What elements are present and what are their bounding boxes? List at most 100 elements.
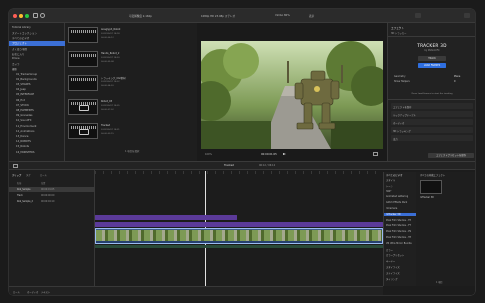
load-frames-button[interactable]: LOAD FRAMES [418,63,446,68]
export-icon[interactable] [415,13,421,18]
index-row[interactable]: Rob_Sample 00:00:01:05 [9,187,95,192]
footer-tab[interactable]: テキスト [41,290,50,294]
effect-thumbnail-label: mTracker 3D [420,196,434,199]
import-icon[interactable] [33,13,38,18]
sidebar-item[interactable]: 09_Grenades [16,114,32,119]
index-tab[interactable]: タグ [26,173,31,177]
viewer-timecode: 00:00:01:05 [261,153,277,156]
timeline-index: クリップ タグ ロール 名前 位置 Rob_Sample 00:00:01:05 Track 0… [9,170,95,295]
clip-thumbnail[interactable] [68,99,98,115]
effects-category-item[interactable]: スタイル [386,178,395,182]
sidebar-item[interactable]: 15_Robots [16,145,29,150]
toolbar: 可変解像度 2,160p 1080p HD 23.98p ステレオ Vimbo … [9,9,475,23]
sidebar-item[interactable]: 03_SHAKES [16,83,30,88]
effects-category-item[interactable]: Pixel Film Studios - FP [386,219,411,222]
plugin-by: by MotionVFX [424,49,440,52]
viewer-zoom[interactable]: 100% [205,153,212,156]
clip-name: Hands_Robot_2 [101,52,120,55]
index-row[interactable]: Rob_Sample_2 00:00:04:10 [9,199,95,204]
sidebar-item[interactable]: 01_TrackerGroup [16,73,37,78]
effects-category-item[interactable]: トーン [386,184,393,188]
effects-category-item[interactable]: タイリング [386,277,398,281]
sidebar-item[interactable]: 14_ROBOTS [16,140,31,145]
effects-category-item[interactable]: Animated Lettering [386,195,408,198]
sidebar-item[interactable]: 05_INTERFACE [16,93,34,98]
minimize-window-button[interactable] [19,14,23,18]
index-row[interactable]: Track 00:00:00:00 [9,193,95,198]
clip-name: Anaglyph_Robot [101,28,121,31]
viewer-scale-label[interactable]: Vimbo 80% [275,14,290,17]
zoom-window-button[interactable] [25,14,29,18]
effects-category-item[interactable]: カラー [386,248,393,252]
effects-category-item[interactable]: Glitch Effects Pack [386,201,407,204]
clip-thumbnail[interactable] [68,75,98,91]
save-effects-preset-button[interactable]: エフェクトプリセットを保存 [428,153,474,158]
fullscreen-icon[interactable] [373,152,378,156]
play-icon[interactable] [283,153,286,155]
sidebar-item[interactable]: 13_Dance [16,135,28,140]
format-label[interactable]: 可変解像度 2,160p [129,14,152,18]
effects-category-item[interactable]: Pixel Film Studios - TP [386,236,411,239]
inspector-field-row[interactable]: 出力 [391,135,473,141]
view-menu[interactable]: 表示 [309,14,314,18]
clip-thumbnail[interactable] [68,51,98,67]
inspector-field-row[interactable]: オーディオ [391,119,473,125]
sidebar-item[interactable]: 07_STOCK [16,104,29,109]
sidebar-item[interactable]: 10_SoundFX [16,119,31,124]
sidebar-item[interactable]: 16_MONSTERS [16,151,34,156]
inspector-hint: Press Load Frames to start the tracking [411,93,453,95]
sidebar-item[interactable]: お気に入り [12,52,25,57]
inspector-field-row[interactable]: 3D トラッキング [391,127,473,133]
sidebar-item[interactable]: プロジェクト [12,41,27,46]
effect-clip[interactable] [95,222,383,227]
effects-category-item[interactable]: mTracker 3D [384,212,417,216]
footer-tab[interactable]: ロール [13,290,20,294]
effect-thumbnail[interactable] [420,180,442,194]
clip-thumbnail[interactable] [68,123,98,139]
effects-category-item[interactable]: ステイライズ [386,271,400,275]
sidebar-item[interactable]: 04_Jeep [16,88,26,93]
sidebar-item[interactable]: スマートコレクション [12,31,37,36]
effects-category-item[interactable]: Pixel Film Studios - PS [386,230,411,233]
index-tab[interactable]: ロール [40,173,47,177]
clip-thumbnail[interactable] [68,27,98,43]
share-icon[interactable] [464,13,470,18]
sidebar-item[interactable]: よく使う項目 [12,47,27,52]
timeline-ruler[interactable] [95,171,383,174]
title-clip[interactable] [95,215,237,220]
video-clip[interactable] [95,228,383,244]
viewer-image[interactable] [201,41,383,149]
effects-category-item[interactable]: mCamera [386,207,397,210]
effects-category-item[interactable]: Pixel Film Studios - FT [386,224,411,227]
inspector-subtitle: 3D トラッカー [391,32,407,35]
inspector-field-row[interactable]: エフェクトを保存 [391,103,473,109]
browser-footer: 1 項目を選択 [125,150,140,153]
sidebar-item[interactable]: 02_Backgrounds [16,78,37,83]
close-window-button[interactable] [13,14,17,18]
footer-tab[interactable]: オーディオ [27,290,38,294]
sidebar-item[interactable]: 08_ELEMENTS [16,109,34,114]
effects-category-item[interactable]: 360° [386,190,392,193]
sidebar-item[interactable]: 11_Environment [16,125,36,130]
index-column-header: 位置 [41,182,46,185]
index-tab[interactable]: クリップ [12,173,21,177]
effects-category-item[interactable]: キーヤー [386,259,395,263]
track-button[interactable]: TRACK [418,56,446,61]
effects-category-item[interactable]: スタイライズ [386,265,400,269]
effects-category-item[interactable]: カラープリセット [386,253,404,257]
sidebar-item[interactable]: 12_Animations [16,130,34,135]
inspector-field-row[interactable]: ルックアップテーブル [391,111,473,117]
sidebar-item[interactable]: Drone [12,57,20,62]
effects-category-item[interactable]: VR Ultra Mirror Bundle [386,242,412,245]
sidebar-item[interactable]: 撮影 [12,67,17,72]
sidebar-item[interactable]: Tutorial Library [12,26,31,31]
param-helpers-value[interactable]: 0 [454,80,455,83]
param-geometry-value[interactable]: Plane [454,75,460,78]
keyword-icon[interactable] [40,13,45,18]
sidebar-item[interactable]: カメラ [12,62,20,67]
clip-date: 2023/09/07 18:25 [101,105,120,107]
sidebar-item[interactable]: 06_Hot [16,99,25,104]
clip-date: 2023/09/07 18:31 [101,129,120,131]
viewer-format-label[interactable]: 1080p HD 23.98p ステレオ [201,14,235,18]
timeline-index-icon[interactable] [13,164,18,168]
